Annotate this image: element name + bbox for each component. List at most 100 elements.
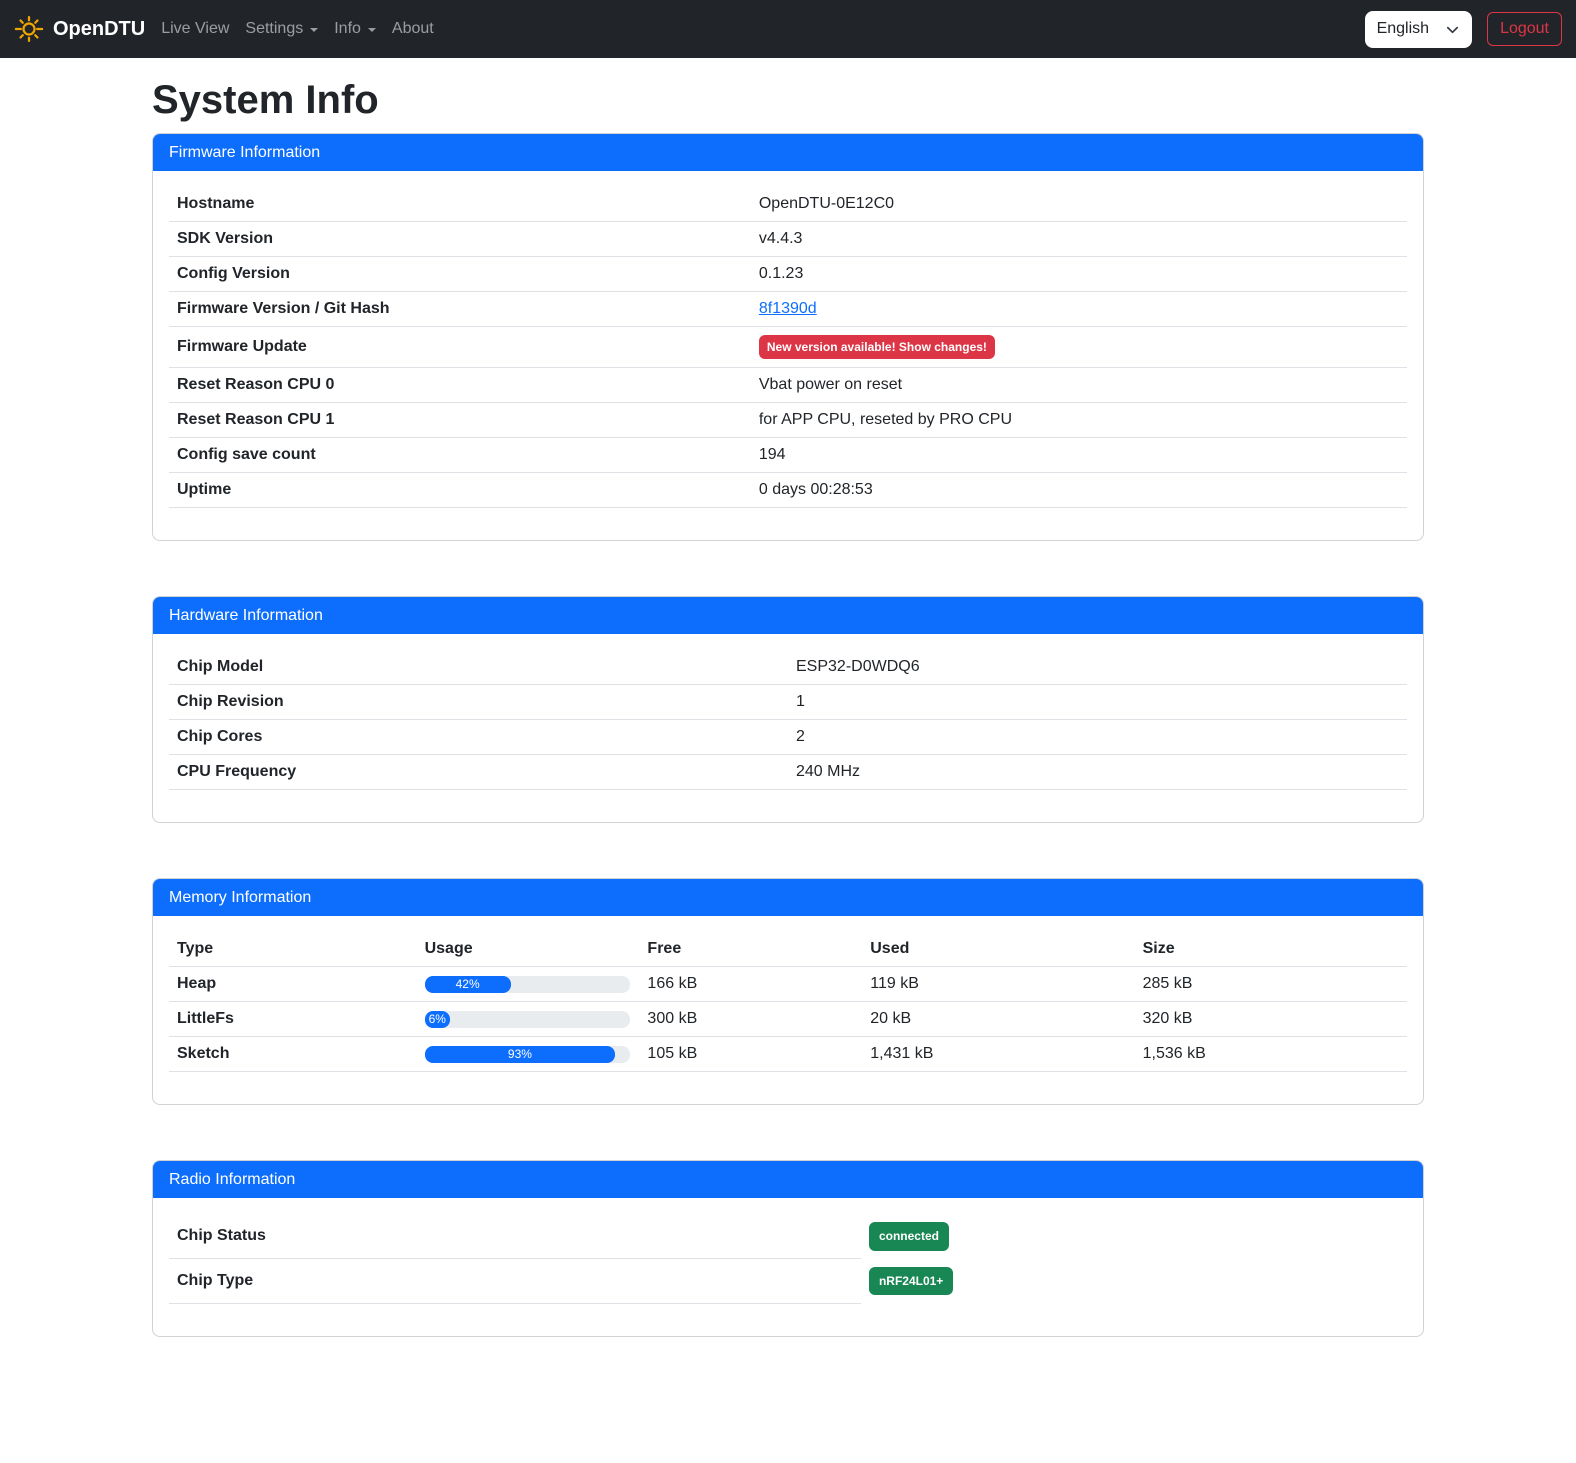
table-row: LittleFs 6% 300 kB 20 kB 320 kB (169, 1002, 1407, 1037)
row-value: 240 MHz (788, 755, 1407, 790)
row-value: ESP32-D0WDQ6 (788, 650, 1407, 685)
chip-type-badge: nRF24L01+ (869, 1267, 953, 1295)
row-value: 194 (751, 438, 1407, 473)
nav-item-label: About (392, 20, 434, 38)
table-row: SDK Version v4.4.3 (169, 222, 1407, 257)
row-value: 320 kB (1135, 1002, 1407, 1037)
row-value: 0 days 00:28:53 (751, 473, 1407, 508)
nav-item-live-view[interactable]: Live View (153, 12, 237, 46)
row-value: 0.1.23 (751, 257, 1407, 292)
hardware-card-header: Hardware Information (153, 597, 1423, 634)
firmware-card: Firmware Information Hostname OpenDTU-0E… (152, 133, 1424, 541)
navbar: OpenDTU Live View Settings Info About En… (0, 0, 1576, 58)
row-label: Chip Status (169, 1214, 861, 1258)
table-row: Chip Cores 2 (169, 720, 1407, 755)
hardware-table: Chip Model ESP32-D0WDQ6 Chip Revision 1 … (169, 650, 1407, 790)
row-label: SDK Version (169, 222, 751, 257)
column-header-free: Free (639, 932, 862, 967)
row-value: 119 kB (862, 967, 1134, 1002)
hardware-card: Hardware Information Chip Model ESP32-D0… (152, 596, 1424, 823)
nav-item-about[interactable]: About (384, 12, 442, 46)
memory-card-header: Memory Information (153, 879, 1423, 916)
memory-table: Type Usage Free Used Size Heap 42% (169, 932, 1407, 1072)
row-value: 1,536 kB (1135, 1037, 1407, 1072)
row-value: 105 kB (639, 1037, 862, 1072)
table-row: Chip Revision 1 (169, 685, 1407, 720)
chevron-down-icon (368, 28, 376, 32)
row-value: 166 kB (639, 967, 862, 1002)
row-label: Chip Cores (169, 720, 788, 755)
row-value: 20 kB (862, 1002, 1134, 1037)
progress-bar-fill: 6% (425, 1011, 450, 1028)
firmware-update-badge[interactable]: New version available! Show changes! (759, 335, 995, 359)
row-label: Chip Type (169, 1259, 861, 1303)
table-row: Firmware Version / Git Hash 8f1390d (169, 292, 1407, 327)
language-select[interactable]: English (1365, 11, 1472, 48)
row-value: New version available! Show changes! (751, 327, 1407, 368)
usage-cell: 42% (417, 967, 640, 1002)
row-label: LittleFs (169, 1002, 417, 1037)
nav-item-label: Live View (161, 20, 229, 38)
usage-cell: 6% (417, 1002, 640, 1037)
firmware-card-header: Firmware Information (153, 134, 1423, 171)
table-row: Chip Status connected (169, 1214, 961, 1258)
row-label: Firmware Update (169, 327, 751, 368)
nav-links: Live View Settings Info About (153, 12, 442, 46)
row-value: 8f1390d (751, 292, 1407, 327)
row-label: Uptime (169, 473, 751, 508)
heap-usage-progress: 42% (425, 976, 630, 993)
table-row: Chip Model ESP32-D0WDQ6 (169, 650, 1407, 685)
table-row: Uptime 0 days 00:28:53 (169, 473, 1407, 508)
table-row: Sketch 93% 105 kB 1,431 kB 1,536 kB (169, 1037, 1407, 1072)
littlefs-usage-progress: 6% (425, 1011, 630, 1028)
nav-item-info[interactable]: Info (326, 12, 384, 46)
nav-item-label: Info (334, 20, 361, 38)
row-value: 1 (788, 685, 1407, 720)
nav-item-settings[interactable]: Settings (237, 12, 326, 46)
table-header-row: Type Usage Free Used Size (169, 932, 1407, 967)
row-label: Chip Revision (169, 685, 788, 720)
row-label: Heap (169, 967, 417, 1002)
table-row: Firmware Update New version available! S… (169, 327, 1407, 368)
row-label: Firmware Version / Git Hash (169, 292, 751, 327)
table-row: Config save count 194 (169, 438, 1407, 473)
column-header-size: Size (1135, 932, 1407, 967)
row-value: for APP CPU, reseted by PRO CPU (751, 403, 1407, 438)
radio-card-header: Radio Information (153, 1161, 1423, 1198)
logout-button[interactable]: Logout (1487, 12, 1562, 46)
row-label: Hostname (169, 187, 751, 222)
progress-bar-fill: 42% (425, 976, 511, 993)
row-value: OpenDTU-0E12C0 (751, 187, 1407, 222)
column-header-used: Used (862, 932, 1134, 967)
row-value: connected (861, 1214, 961, 1258)
nav-item-label: Settings (245, 20, 303, 38)
table-row: Chip Type nRF24L01+ (169, 1259, 961, 1303)
row-label: Reset Reason CPU 1 (169, 403, 751, 438)
page-title: System Info (152, 78, 1424, 123)
main-content: System Info Firmware Information Hostnam… (140, 78, 1436, 1337)
sketch-usage-progress: 93% (425, 1046, 630, 1063)
table-row: Hostname OpenDTU-0E12C0 (169, 187, 1407, 222)
chevron-down-icon (310, 28, 318, 32)
column-header-type: Type (169, 932, 417, 967)
row-label: Reset Reason CPU 0 (169, 368, 751, 403)
radio-card: Radio Information Chip Status connected … (152, 1160, 1424, 1336)
radio-table: Chip Status connected Chip Type nRF24L01… (169, 1214, 961, 1303)
usage-cell: 93% (417, 1037, 640, 1072)
git-hash-link[interactable]: 8f1390d (759, 300, 817, 317)
memory-card: Memory Information Type Usage Free Used … (152, 878, 1424, 1105)
progress-bar-fill: 93% (425, 1046, 616, 1063)
table-row: Heap 42% 166 kB 119 kB 285 kB (169, 967, 1407, 1002)
table-row: Reset Reason CPU 1 for APP CPU, reseted … (169, 403, 1407, 438)
row-value: 1,431 kB (862, 1037, 1134, 1072)
row-value: nRF24L01+ (861, 1259, 961, 1303)
chip-status-badge: connected (869, 1222, 949, 1250)
row-value: 285 kB (1135, 967, 1407, 1002)
row-label: Chip Model (169, 650, 788, 685)
navbar-right: English Logout (1365, 11, 1562, 48)
column-header-usage: Usage (417, 932, 640, 967)
table-row: Reset Reason CPU 0 Vbat power on reset (169, 368, 1407, 403)
brand-link[interactable]: OpenDTU (14, 14, 145, 44)
firmware-table: Hostname OpenDTU-0E12C0 SDK Version v4.4… (169, 187, 1407, 508)
row-label: Config save count (169, 438, 751, 473)
